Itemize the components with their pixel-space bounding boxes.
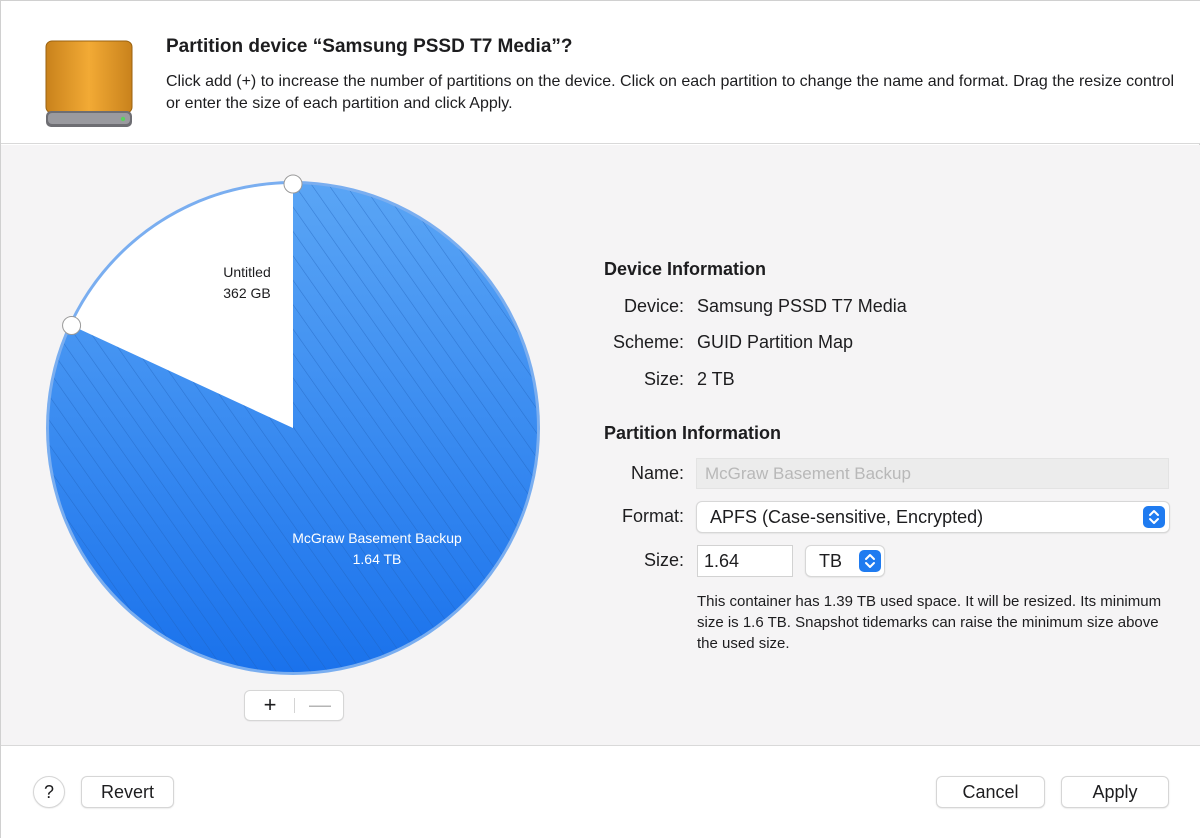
resize-note: This container has 1.39 TB used space. I… — [697, 593, 1162, 652]
partition-information-heading: Partition Information — [604, 423, 781, 443]
partition-size-label: Size: — [643, 550, 684, 570]
dialog-footer: ? Revert Cancel Apply — [1, 745, 1200, 838]
apply-button[interactable]: Apply — [1061, 776, 1169, 808]
format-value: APFS (Case-sensitive, Encrypted) — [710, 507, 984, 527]
remove-partition-button[interactable]: — — [295, 691, 345, 720]
resize-handle-top[interactable] — [283, 174, 303, 194]
dialog-description: Click add (+) to increase the number of … — [166, 73, 1175, 112]
scheme-value: GUID Partition Map — [697, 332, 854, 352]
name-label: Name: — [630, 463, 684, 483]
device-size-label: Size: — [643, 369, 684, 389]
device-size-value: 2 TB — [697, 369, 735, 389]
dialog-title: Partition device “Samsung PSSD T7 Media”… — [166, 36, 573, 57]
partition-name-field[interactable]: McGraw Basement Backup — [696, 458, 1169, 489]
add-remove-control: + — — [244, 690, 344, 721]
size-unit-select[interactable]: TB — [805, 545, 885, 577]
partition-label-untitled: Untitled 362 GB — [187, 262, 307, 304]
partition-name-untitled: Untitled — [223, 264, 271, 280]
resize-handle-left[interactable] — [62, 315, 82, 335]
chevron-up-down-icon — [859, 550, 881, 572]
partition-size-untitled: 362 GB — [223, 285, 271, 301]
external-drive-icon — [44, 39, 134, 129]
cancel-button[interactable]: Cancel — [936, 776, 1045, 808]
device-information-heading: Device Information — [604, 259, 767, 279]
add-partition-button[interactable]: + — [245, 691, 295, 720]
partition-dialog: Partition device “Samsung PSSD T7 Media”… — [0, 0, 1200, 838]
partition-name-main: McGraw Basement Backup — [292, 530, 462, 546]
partition-size-field[interactable]: 1.64 — [697, 545, 793, 577]
partition-pie-chart[interactable]: Untitled 362 GB McGraw Basement Backup 1… — [41, 165, 551, 675]
size-unit-value: TB — [819, 551, 843, 571]
dialog-body: Untitled 362 GB McGraw Basement Backup 1… — [1, 145, 1200, 745]
format-select[interactable]: APFS (Case-sensitive, Encrypted) — [696, 501, 1170, 533]
scheme-label: Scheme: — [612, 332, 684, 352]
device-value: Samsung PSSD T7 Media — [697, 296, 907, 316]
device-label: Device: — [623, 296, 684, 316]
revert-button[interactable]: Revert — [81, 776, 174, 808]
partition-size-main: 1.64 TB — [352, 551, 402, 567]
format-label: Format: — [621, 506, 684, 526]
partition-label-main: McGraw Basement Backup 1.64 TB — [257, 528, 497, 570]
help-button[interactable]: ? — [33, 776, 65, 808]
chevron-up-down-icon — [1143, 506, 1165, 528]
dialog-header: Partition device “Samsung PSSD T7 Media”… — [1, 1, 1200, 144]
